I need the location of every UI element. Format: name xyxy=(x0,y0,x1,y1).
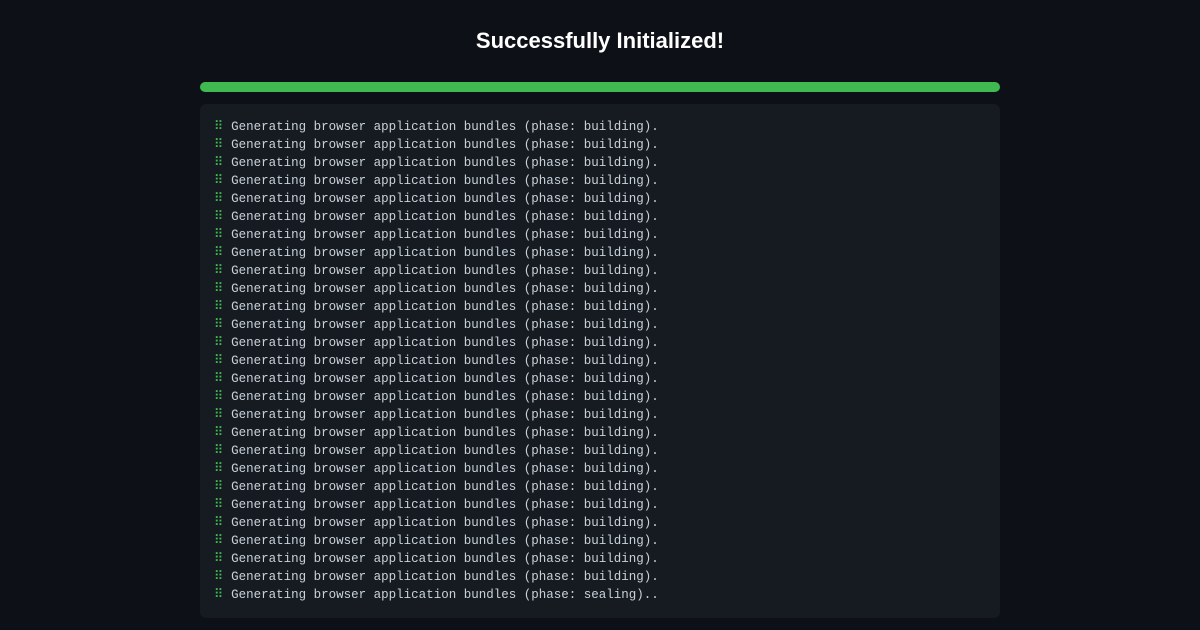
log-line: ⠿ Generating browser application bundles … xyxy=(214,244,986,262)
spinner-icon: ⠿ xyxy=(214,136,223,154)
log-line: ⠿ Generating browser application bundles … xyxy=(214,460,986,478)
spinner-icon: ⠿ xyxy=(214,190,223,208)
log-text: Generating browser application bundles (… xyxy=(231,532,659,550)
log-text: Generating browser application bundles (… xyxy=(231,172,659,190)
log-text: Generating browser application bundles (… xyxy=(231,460,659,478)
log-line: ⠿ Generating browser application bundles … xyxy=(214,226,986,244)
spinner-icon: ⠿ xyxy=(214,334,223,352)
log-line: ⠿ Generating browser application bundles … xyxy=(214,478,986,496)
log-text: Generating browser application bundles (… xyxy=(231,154,659,172)
spinner-icon: ⠿ xyxy=(214,352,223,370)
spinner-icon: ⠿ xyxy=(214,514,223,532)
spinner-icon: ⠿ xyxy=(214,370,223,388)
spinner-icon: ⠿ xyxy=(214,280,223,298)
log-line: ⠿ Generating browser application bundles … xyxy=(214,280,986,298)
log-text: Generating browser application bundles (… xyxy=(231,478,659,496)
log-line: ⠿ Generating browser application bundles … xyxy=(214,406,986,424)
log-text: Generating browser application bundles (… xyxy=(231,280,659,298)
log-line: ⠿ Generating browser application bundles … xyxy=(214,316,986,334)
log-line: ⠿ Generating browser application bundles … xyxy=(214,550,986,568)
log-text: Generating browser application bundles (… xyxy=(231,550,659,568)
log-text: Generating browser application bundles (… xyxy=(231,208,659,226)
spinner-icon: ⠿ xyxy=(214,478,223,496)
spinner-icon: ⠿ xyxy=(214,388,223,406)
log-line: ⠿ Generating browser application bundles … xyxy=(214,370,986,388)
log-text: Generating browser application bundles (… xyxy=(231,316,659,334)
spinner-icon: ⠿ xyxy=(214,316,223,334)
spinner-icon: ⠿ xyxy=(214,496,223,514)
log-text: Generating browser application bundles (… xyxy=(231,334,659,352)
log-text: Generating browser application bundles (… xyxy=(231,136,659,154)
log-line: ⠿ Generating browser application bundles … xyxy=(214,154,986,172)
log-line: ⠿ Generating browser application bundles … xyxy=(214,514,986,532)
log-text: Generating browser application bundles (… xyxy=(231,406,659,424)
log-text: Generating browser application bundles (… xyxy=(231,568,659,586)
spinner-icon: ⠿ xyxy=(214,154,223,172)
log-line: ⠿ Generating browser application bundles … xyxy=(214,352,986,370)
log-line: ⠿ Generating browser application bundles … xyxy=(214,568,986,586)
spinner-icon: ⠿ xyxy=(214,424,223,442)
spinner-icon: ⠿ xyxy=(214,226,223,244)
spinner-icon: ⠿ xyxy=(214,244,223,262)
log-text: Generating browser application bundles (… xyxy=(231,370,659,388)
progress-bar xyxy=(200,82,1000,92)
spinner-icon: ⠿ xyxy=(214,406,223,424)
log-line: ⠿ Generating browser application bundles … xyxy=(214,262,986,280)
log-text: Generating browser application bundles (… xyxy=(231,586,659,604)
log-text: Generating browser application bundles (… xyxy=(231,352,659,370)
spinner-icon: ⠿ xyxy=(214,298,223,316)
log-text: Generating browser application bundles (… xyxy=(231,442,659,460)
log-text: Generating browser application bundles (… xyxy=(231,496,659,514)
terminal-output[interactable]: ⠿ Generating browser application bundles … xyxy=(200,104,1000,618)
spinner-icon: ⠿ xyxy=(214,586,223,604)
page-title: Successfully Initialized! xyxy=(476,28,724,54)
log-text: Generating browser application bundles (… xyxy=(231,244,659,262)
log-line: ⠿ Generating browser application bundles … xyxy=(214,334,986,352)
log-line: ⠿ Generating browser application bundles … xyxy=(214,190,986,208)
spinner-icon: ⠿ xyxy=(214,460,223,478)
log-text: Generating browser application bundles (… xyxy=(231,190,659,208)
log-text: Generating browser application bundles (… xyxy=(231,514,659,532)
log-line: ⠿ Generating browser application bundles … xyxy=(214,496,986,514)
spinner-icon: ⠿ xyxy=(214,568,223,586)
log-text: Generating browser application bundles (… xyxy=(231,298,659,316)
log-line: ⠿ Generating browser application bundles … xyxy=(214,118,986,136)
log-line: ⠿ Generating browser application bundles … xyxy=(214,586,986,604)
log-line: ⠿ Generating browser application bundles … xyxy=(214,298,986,316)
log-line: ⠿ Generating browser application bundles … xyxy=(214,442,986,460)
log-text: Generating browser application bundles (… xyxy=(231,424,659,442)
spinner-icon: ⠿ xyxy=(214,118,223,136)
log-line: ⠿ Generating browser application bundles … xyxy=(214,208,986,226)
spinner-icon: ⠿ xyxy=(214,442,223,460)
log-line: ⠿ Generating browser application bundles … xyxy=(214,172,986,190)
log-line: ⠿ Generating browser application bundles … xyxy=(214,136,986,154)
log-text: Generating browser application bundles (… xyxy=(231,226,659,244)
log-text: Generating browser application bundles (… xyxy=(231,118,659,136)
log-line: ⠿ Generating browser application bundles … xyxy=(214,424,986,442)
log-text: Generating browser application bundles (… xyxy=(231,262,659,280)
log-text: Generating browser application bundles (… xyxy=(231,388,659,406)
spinner-icon: ⠿ xyxy=(214,172,223,190)
log-line: ⠿ Generating browser application bundles … xyxy=(214,388,986,406)
log-line: ⠿ Generating browser application bundles … xyxy=(214,532,986,550)
spinner-icon: ⠿ xyxy=(214,532,223,550)
spinner-icon: ⠿ xyxy=(214,550,223,568)
spinner-icon: ⠿ xyxy=(214,262,223,280)
spinner-icon: ⠿ xyxy=(214,208,223,226)
